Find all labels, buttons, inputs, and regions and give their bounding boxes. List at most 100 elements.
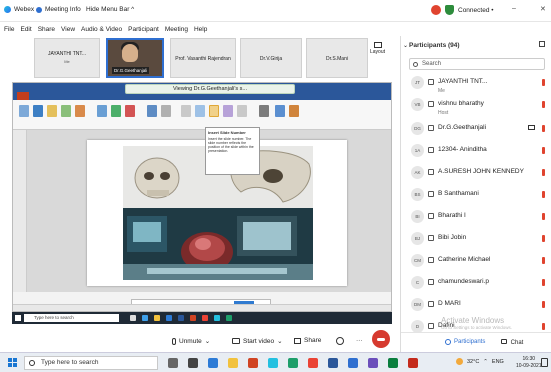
device-icon <box>428 279 434 285</box>
layout-button[interactable]: Layout <box>370 42 385 55</box>
hyperlink-icon[interactable] <box>147 105 157 117</box>
participant-tile[interactable]: Dr.S.Mani <box>306 38 368 78</box>
menu-help[interactable]: Help <box>194 26 207 33</box>
chart-icon[interactable] <box>125 105 135 117</box>
hide-menu-bar-button[interactable]: Hide Menu Bar ^ <box>86 6 134 13</box>
app-icon[interactable] <box>408 358 418 368</box>
close-button[interactable]: ✕ <box>540 5 546 13</box>
avatar: 1A <box>411 144 424 157</box>
unmute-button[interactable]: Unmute ⌄ <box>172 337 210 345</box>
date-time-icon[interactable] <box>237 105 247 117</box>
mic-muted-icon <box>542 279 545 286</box>
tile-name: JAYANTHI TNT... <box>47 51 87 57</box>
viewing-share-banner[interactable]: Viewing Dr.G.Geethanjali's s... <box>125 84 295 94</box>
textbox-icon[interactable] <box>181 105 191 117</box>
collapse-chevron-icon[interactable]: ⌄ <box>403 42 408 49</box>
header-footer-icon[interactable] <box>195 105 205 117</box>
participant-row[interactable]: VB vishnu bharathy Host <box>411 98 549 120</box>
new-slide-icon[interactable] <box>19 105 29 117</box>
shapes-icon[interactable] <box>97 105 107 117</box>
start-video-button[interactable]: Start video ⌄ <box>232 337 283 345</box>
avatar: DG <box>411 122 424 135</box>
file-explorer-icon[interactable] <box>228 358 238 368</box>
wordart-icon[interactable] <box>223 105 233 117</box>
end-call-button[interactable] <box>372 330 390 348</box>
tile-name: Prof. Vasanthi Rajendran <box>175 56 231 62</box>
menu-participant[interactable]: Participant <box>128 26 159 33</box>
participant-row[interactable]: BS B Santhamani <box>411 188 549 210</box>
chrome-icon <box>202 315 208 321</box>
webex-menu[interactable]: Webex <box>4 6 34 13</box>
participant-name: vishnu bharathy Host <box>438 100 484 117</box>
mic-muted-icon <box>542 125 545 132</box>
chat-tab-button[interactable]: Chat <box>501 339 523 346</box>
tile-name: Dr.S.Mani <box>326 56 348 62</box>
slide-thumbnail-pane[interactable] <box>13 130 27 292</box>
ppt-file-tab[interactable] <box>17 92 29 100</box>
participant-row[interactable]: AK A.SURESH JOHN KENNEDY <box>411 166 549 188</box>
minimize-button[interactable]: – <box>512 5 516 12</box>
audio-icon[interactable] <box>289 105 299 117</box>
participant-row[interactable]: CM Catherine Michael <box>411 254 549 276</box>
device-icon <box>428 79 434 85</box>
participant-row[interactable]: 1A 12304- Aninditha <box>411 144 549 166</box>
widgets-icon[interactable] <box>188 358 198 368</box>
chrome-icon[interactable] <box>308 358 318 368</box>
taskbar-clock[interactable]: 16:30 10-09-2021 <box>516 356 542 370</box>
more-options-button[interactable]: ··· <box>356 337 363 344</box>
clipart-icon[interactable] <box>61 105 71 117</box>
device-icon <box>428 301 434 307</box>
excel-icon[interactable] <box>288 358 298 368</box>
tile-subtitle: Me <box>64 59 70 64</box>
tile-name: Dr.V.Girija <box>259 56 283 62</box>
participant-tile[interactable]: JAYANTHI TNT... Me <box>34 38 100 78</box>
participant-search-input[interactable]: Search <box>409 58 545 70</box>
menu-edit[interactable]: Edit <box>20 26 31 33</box>
table-icon[interactable] <box>33 105 43 117</box>
participant-row[interactable]: BJ Bibi Jobin <box>411 232 549 254</box>
symbol-icon[interactable] <box>259 105 269 117</box>
video-icon[interactable] <box>275 105 285 117</box>
participant-row[interactable]: C chamundeswari.p <box>411 276 549 298</box>
windows-taskbar: Type here to search 32°C ⌃ ENG 16:30 10-… <box>0 352 551 372</box>
taskbar-search-box[interactable]: Type here to search <box>24 356 158 370</box>
teams-icon[interactable] <box>368 358 378 368</box>
menu-file[interactable]: File <box>4 26 14 33</box>
participant-tile[interactable]: Prof. Vasanthi Rajendran <box>170 38 236 78</box>
menu-share[interactable]: Share <box>38 26 55 33</box>
menu-audio-video[interactable]: Audio & Video <box>81 26 122 33</box>
device-icon <box>428 147 434 153</box>
edge-icon[interactable] <box>208 358 218 368</box>
active-speaker-tile[interactable]: Dr.G.Geethanjali <box>106 38 164 78</box>
system-tray[interactable]: 32°C ⌃ ENG <box>456 358 504 365</box>
participant-row[interactable]: DG Dr.G.Geethanjali <box>411 122 549 144</box>
participant-row[interactable]: BI Bharathi I <box>411 210 549 232</box>
meeting-info-button[interactable]: Meeting Info <box>36 6 81 13</box>
popout-icon[interactable] <box>539 41 545 47</box>
zoom-icon[interactable] <box>348 358 358 368</box>
photo-album-icon[interactable] <box>75 105 85 117</box>
slide-number-icon[interactable] <box>209 105 219 117</box>
webex-label: Webex <box>14 6 35 13</box>
share-button[interactable]: Share <box>294 337 321 344</box>
powerpoint-icon[interactable] <box>248 358 258 368</box>
word-icon[interactable] <box>328 358 338 368</box>
windows-start-icon[interactable] <box>8 358 18 368</box>
notification-icon[interactable] <box>541 358 548 367</box>
participant-row[interactable]: JT JAYANTHI TNT... Me <box>411 76 549 98</box>
whatsapp-icon[interactable] <box>388 358 398 368</box>
action-icon[interactable] <box>161 105 171 117</box>
participants-tab-button[interactable]: Participants <box>445 339 485 345</box>
device-icon <box>428 323 434 329</box>
store-icon <box>166 315 172 321</box>
webex-icon[interactable] <box>268 358 278 368</box>
task-view-icon[interactable] <box>168 358 178 368</box>
avatar: BI <box>411 210 424 223</box>
menu-view[interactable]: View <box>61 26 75 33</box>
menu-meeting[interactable]: Meeting <box>165 26 188 33</box>
smartart-icon[interactable] <box>111 105 121 117</box>
connection-status[interactable]: Connected • <box>431 5 494 15</box>
participant-tile[interactable]: Dr.V.Girija <box>240 38 302 78</box>
reactions-button[interactable] <box>336 337 344 345</box>
picture-icon[interactable] <box>47 105 57 117</box>
